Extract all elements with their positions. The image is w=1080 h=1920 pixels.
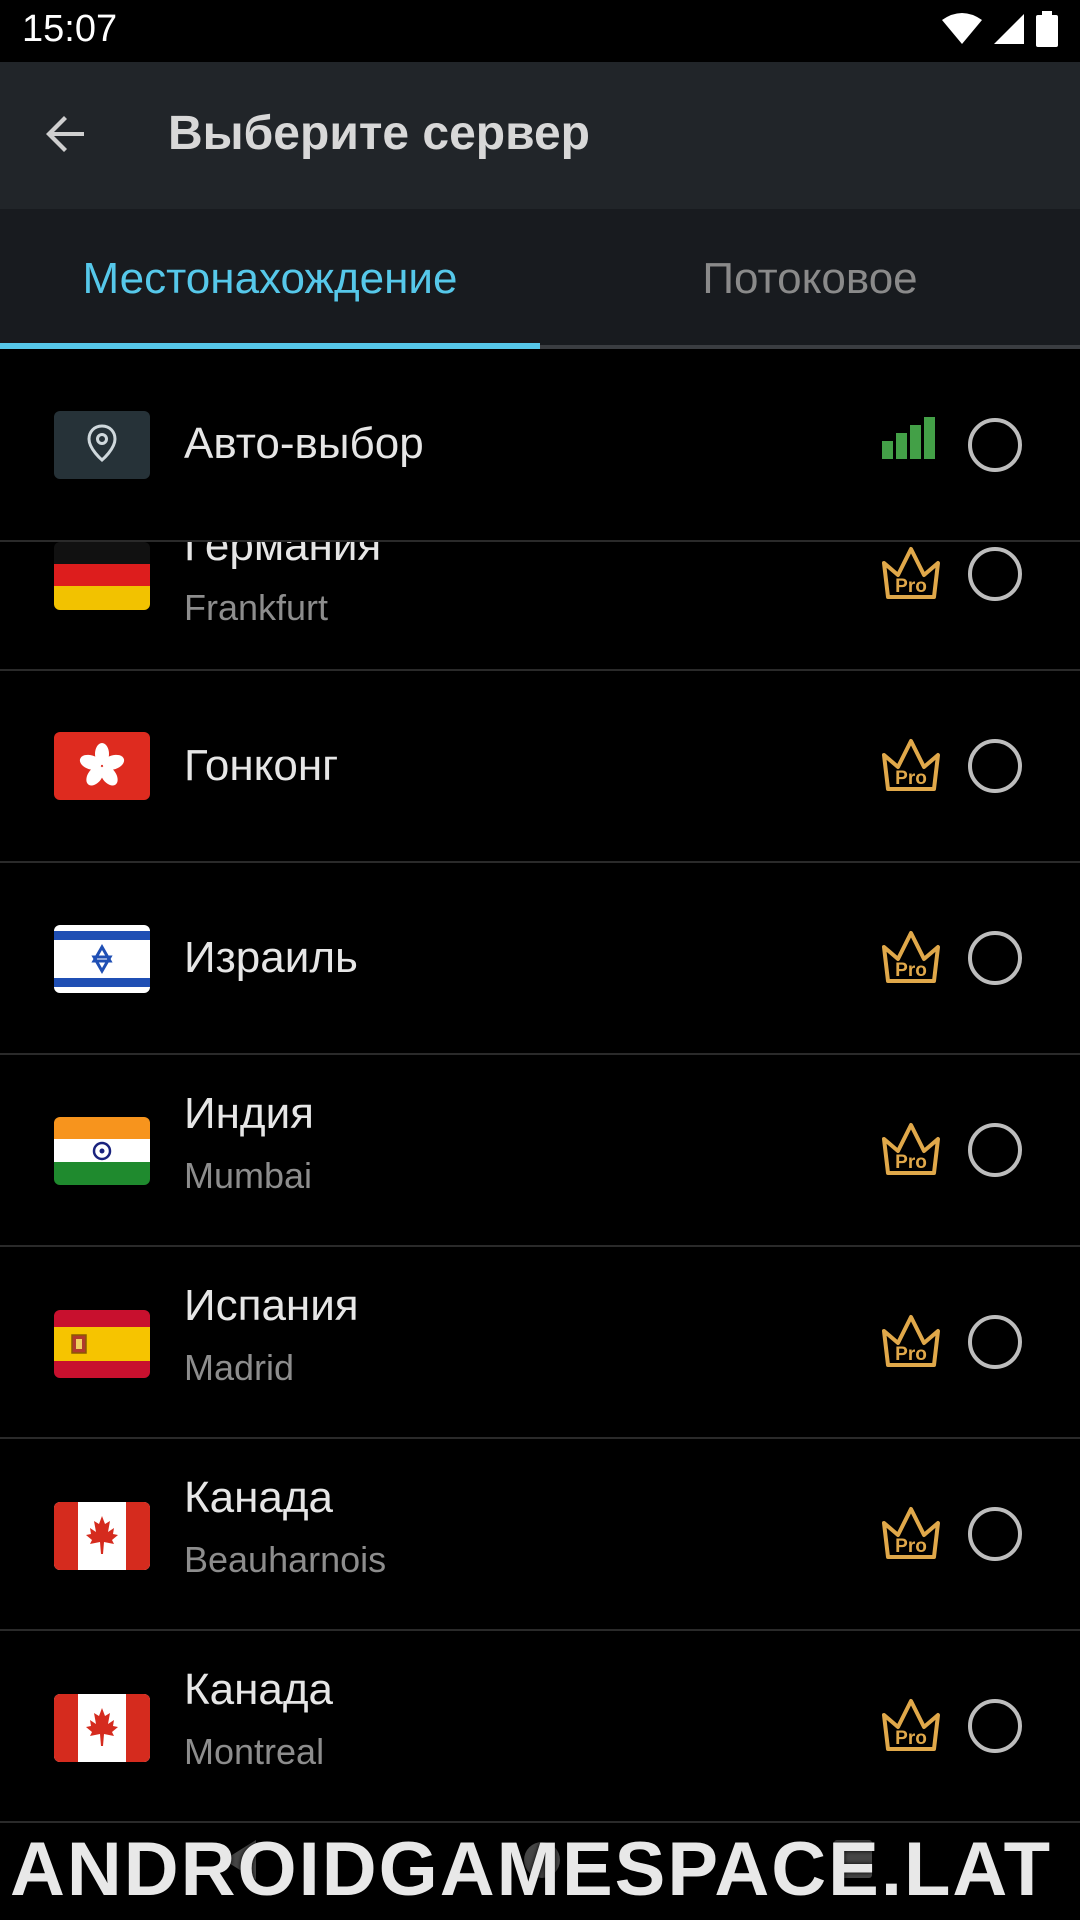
svg-text:Pro: Pro [895, 960, 927, 981]
server-city: Madrid [184, 1347, 295, 1388]
server-row-canada-montreal[interactable]: Канада Montreal Pro [0, 1631, 1080, 1823]
server-city: Mumbai [184, 1155, 313, 1196]
server-country: Испания [184, 1281, 359, 1330]
server-radio[interactable] [968, 1507, 1022, 1561]
server-country: Канада [184, 1665, 334, 1714]
server-country: Израиль [184, 933, 358, 982]
svg-text:Pro: Pro [895, 768, 927, 789]
spain-flag [54, 1310, 150, 1378]
pro-crown-icon: Pro [880, 929, 942, 987]
pro-crown-icon: Pro [880, 1697, 942, 1755]
server-radio[interactable] [968, 739, 1022, 793]
server-radio[interactable] [968, 547, 1022, 601]
tab-location[interactable]: Местонахождение [0, 209, 540, 349]
signal-bars-icon [880, 417, 942, 475]
server-country: Гонконг [184, 741, 339, 790]
pro-crown-icon: Pro [880, 545, 942, 603]
auto-select-row[interactable]: Авто-выбор [0, 349, 1080, 542]
status-time: 15:07 [22, 8, 118, 50]
svg-text:Pro: Pro [895, 1536, 927, 1557]
signal-icon [992, 12, 1026, 51]
server-row-hong-kong[interactable]: Гонконг Pro [0, 671, 1080, 863]
tab-bar: Местонахождение Потоковое [0, 209, 1080, 349]
server-row-india[interactable]: Индия Mumbai Pro [0, 1055, 1080, 1247]
svg-text:Pro: Pro [895, 1728, 927, 1749]
pro-crown-icon: Pro [880, 1505, 942, 1563]
watermark: ANDROIDGAMESPACE.LAT [10, 1827, 1053, 1912]
arrow-back-icon [42, 110, 90, 163]
server-city: Beauharnois [184, 1539, 387, 1580]
server-country: Канада [184, 1473, 334, 1522]
pro-crown-icon: Pro [880, 737, 942, 795]
wifi-icon [942, 12, 982, 51]
server-row-canada-beauharnois[interactable]: Канада Beauharnois Pro [0, 1439, 1080, 1631]
canada-flag [54, 1694, 150, 1762]
canada-flag [54, 1502, 150, 1570]
page-title: Выберите сервер [168, 107, 590, 160]
india-flag [54, 1117, 150, 1185]
svg-text:Pro: Pro [895, 576, 927, 597]
germany-flag [54, 542, 150, 610]
server-row-spain[interactable]: Испания Madrid Pro [0, 1247, 1080, 1439]
israel-flag [54, 925, 150, 993]
battery-icon [1036, 10, 1058, 52]
svg-text:Pro: Pro [895, 1152, 927, 1173]
app-bar: Выберите сервер [0, 62, 1080, 209]
svg-text:Pro: Pro [895, 1344, 927, 1365]
auto-select-radio[interactable] [968, 418, 1022, 472]
auto-select-icon-box [54, 411, 150, 479]
auto-select-label: Авто-выбор [184, 419, 424, 468]
status-bar: 15:07 [0, 0, 1080, 62]
tab-streaming[interactable]: Потоковое [540, 209, 1080, 349]
server-list: Авто-выбор Германия Frankfurt Pro Гонкон… [0, 349, 1080, 1920]
status-icons [942, 10, 1058, 52]
back-button[interactable] [30, 100, 102, 172]
server-city: Montreal [184, 1731, 325, 1772]
hong-kong-flag [54, 732, 150, 800]
server-radio[interactable] [968, 1315, 1022, 1369]
server-radio[interactable] [968, 1123, 1022, 1177]
pro-crown-icon: Pro [880, 1313, 942, 1371]
location-pin-icon [87, 423, 117, 467]
server-row-israel[interactable]: Израиль Pro [0, 863, 1080, 1055]
server-city: Frankfurt [184, 587, 329, 628]
server-radio[interactable] [968, 931, 1022, 985]
pro-crown-icon: Pro [880, 1121, 942, 1179]
server-radio[interactable] [968, 1699, 1022, 1753]
server-country: Индия [184, 1089, 315, 1138]
